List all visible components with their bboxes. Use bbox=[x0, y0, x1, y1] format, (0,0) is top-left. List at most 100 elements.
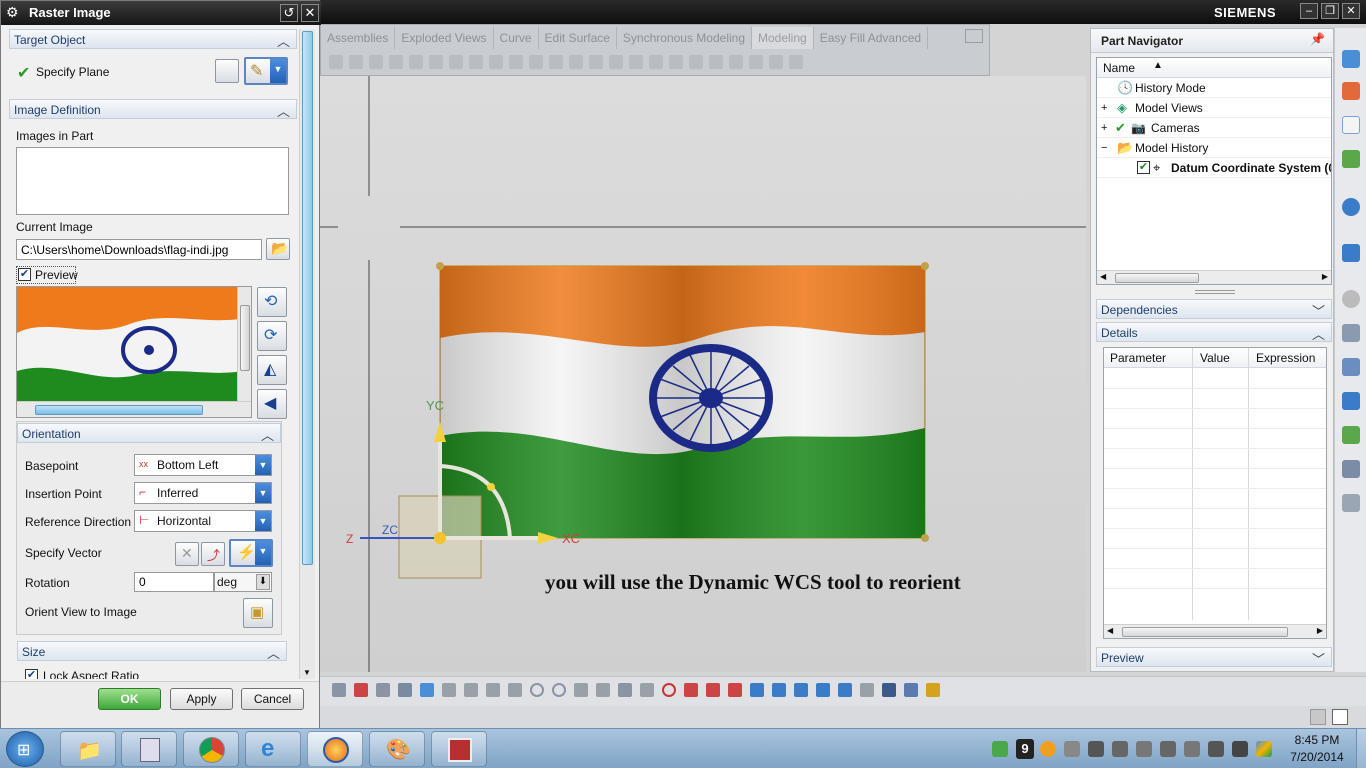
solid-icon[interactable] bbox=[398, 683, 412, 697]
collapse-icon[interactable]: − bbox=[1101, 138, 1107, 158]
reset-icon[interactable]: ↺ bbox=[280, 4, 298, 22]
cancel-button[interactable]: Cancel bbox=[241, 688, 304, 710]
show-desktop-button[interactable] bbox=[1356, 729, 1366, 768]
ribbon-cmd-icon[interactable] bbox=[409, 55, 423, 69]
document-icon[interactable] bbox=[1342, 494, 1360, 512]
basepoint-select[interactable]: xx Bottom Left ▼ bbox=[134, 454, 272, 476]
wcs-origin-handle[interactable] bbox=[434, 532, 446, 544]
line-icon[interactable] bbox=[464, 683, 478, 697]
scroll-right-icon[interactable]: ▶ bbox=[1322, 272, 1328, 281]
ribbon-cmd-icon[interactable] bbox=[489, 55, 503, 69]
vscroll-thumb[interactable] bbox=[240, 305, 250, 371]
reference-direction-select[interactable]: ⊢ Horizontal ▼ bbox=[134, 510, 272, 532]
orient-icon[interactable] bbox=[794, 683, 808, 697]
splitter-grip[interactable] bbox=[1195, 290, 1235, 294]
clock[interactable]: 8:45 PM 7/20/2014 bbox=[1284, 733, 1350, 764]
drive-icon[interactable] bbox=[1256, 741, 1272, 757]
tab-edit-surface[interactable]: Edit Surface bbox=[539, 27, 617, 49]
section-image-definition[interactable]: Image Definition ︿ bbox=[9, 99, 297, 119]
images-in-part-list[interactable] bbox=[16, 147, 289, 215]
plane-dialog-button[interactable] bbox=[215, 59, 239, 83]
tray-icon[interactable] bbox=[1088, 741, 1104, 757]
tree-hscrollbar[interactable]: ◀ ▶ bbox=[1097, 270, 1331, 284]
rotate-icon[interactable] bbox=[816, 683, 830, 697]
hscroll-thumb[interactable] bbox=[35, 405, 203, 415]
collapse-chevron-icon[interactable]: ︿ bbox=[261, 425, 274, 444]
chevron-down-icon[interactable]: ▼ bbox=[255, 511, 271, 531]
reverse-direction-button[interactable]: ✕ bbox=[175, 542, 199, 566]
rotation-input[interactable] bbox=[134, 572, 214, 592]
csys-icon[interactable] bbox=[772, 683, 786, 697]
collapse-chevron-icon[interactable]: ︿ bbox=[277, 31, 290, 50]
select-icon[interactable] bbox=[332, 683, 346, 697]
rotate-right-button[interactable]: ⟳ bbox=[257, 321, 287, 351]
tab-curve[interactable]: Curve bbox=[494, 27, 539, 49]
taskbar-chrome[interactable] bbox=[183, 731, 239, 767]
tray-icon[interactable] bbox=[992, 741, 1008, 757]
chevron-down-icon[interactable]: ▼ bbox=[270, 59, 286, 83]
redo-icon[interactable] bbox=[860, 683, 874, 697]
scroll-left-icon[interactable]: ◀ bbox=[1107, 626, 1113, 635]
vector-dialog-button[interactable]: ⤴ bbox=[201, 542, 225, 566]
scroll-down-icon[interactable]: ▼ bbox=[303, 668, 311, 677]
point-icon[interactable] bbox=[574, 683, 588, 697]
roles-icon[interactable] bbox=[1342, 358, 1360, 376]
wcs-icon[interactable] bbox=[750, 683, 764, 697]
insertion-point-select[interactable]: ⌐ Inferred ▼ bbox=[134, 482, 272, 504]
tray-icon[interactable] bbox=[1040, 741, 1056, 757]
intersect-icon[interactable] bbox=[508, 683, 522, 697]
ribbon-cmd-icon[interactable] bbox=[589, 55, 603, 69]
corner-handle[interactable] bbox=[921, 534, 929, 542]
vector-selector-button[interactable]: ⚡ ▼ bbox=[229, 539, 273, 567]
lock-aspect-checkbox[interactable]: ✔ bbox=[25, 669, 38, 679]
parameter-column[interactable]: Parameter bbox=[1110, 351, 1166, 365]
analysis-icon[interactable] bbox=[706, 683, 720, 697]
expand-chevron-icon[interactable]: ﹀ bbox=[1312, 301, 1325, 320]
ribbon-cmd-icon[interactable] bbox=[529, 55, 543, 69]
hscroll-thumb[interactable] bbox=[1115, 273, 1199, 283]
details-hscrollbar[interactable]: ◀ ▶ bbox=[1104, 624, 1326, 638]
bracket-icon[interactable] bbox=[728, 683, 742, 697]
taskbar-nx[interactable] bbox=[307, 731, 363, 767]
window-layout-icon[interactable] bbox=[1332, 709, 1348, 725]
taskbar-ie[interactable]: e bbox=[245, 731, 301, 767]
move-icon[interactable] bbox=[442, 683, 456, 697]
scroll-left-icon[interactable]: ◀ bbox=[1100, 272, 1106, 281]
tab-modeling[interactable]: Modeling bbox=[752, 27, 814, 49]
tab-assemblies[interactable]: Assemblies bbox=[321, 27, 396, 49]
ribbon-cmd-icon[interactable] bbox=[769, 55, 783, 69]
quadrant-icon[interactable] bbox=[552, 683, 566, 697]
tree-column-header[interactable]: Name ▲ bbox=[1097, 58, 1331, 78]
settings-icon[interactable] bbox=[926, 683, 940, 697]
ok-button[interactable]: OK bbox=[98, 688, 161, 710]
edge-icon[interactable] bbox=[596, 683, 610, 697]
ribbon-cmd-icon[interactable] bbox=[669, 55, 683, 69]
ribbon-cmd-icon[interactable] bbox=[369, 55, 383, 69]
taskbar-calculator[interactable] bbox=[121, 731, 177, 767]
section-details[interactable]: Details ︿ bbox=[1096, 322, 1332, 342]
ribbon-cmd-icon[interactable] bbox=[689, 55, 703, 69]
ribbon-cmd-icon[interactable] bbox=[329, 55, 343, 69]
browse-folder-button[interactable]: 📂 bbox=[266, 238, 290, 260]
snap-icon[interactable] bbox=[354, 683, 368, 697]
section-size[interactable]: Size ︿ bbox=[17, 641, 287, 661]
web-browser-icon[interactable] bbox=[1342, 198, 1360, 216]
volume-icon[interactable] bbox=[1232, 741, 1248, 757]
chevron-down-icon[interactable]: ▼ bbox=[255, 541, 271, 565]
value-column[interactable]: Value bbox=[1200, 351, 1230, 365]
tree-row-model-views[interactable]: + ◈ Model Views bbox=[1097, 98, 1331, 118]
close-app-button[interactable]: ✕ bbox=[1342, 3, 1360, 19]
ribbon-cmd-icon[interactable] bbox=[349, 55, 363, 69]
tree-row-history-mode[interactable]: 🕓 History Mode bbox=[1097, 78, 1331, 98]
preview-toggle[interactable]: ✔ Preview bbox=[16, 266, 78, 284]
taskbar-recorder[interactable] bbox=[431, 731, 487, 767]
apply-button[interactable]: Apply bbox=[170, 688, 233, 710]
collapse-chevron-icon[interactable]: ︿ bbox=[267, 643, 280, 662]
stop-icon[interactable] bbox=[662, 683, 676, 697]
signal-icon[interactable] bbox=[1208, 741, 1224, 757]
expression-column[interactable]: Expression bbox=[1256, 351, 1315, 365]
ribbon-cmd-icon[interactable] bbox=[649, 55, 663, 69]
circle-icon[interactable] bbox=[530, 683, 544, 697]
visualization-icon[interactable] bbox=[1342, 426, 1360, 444]
tree-row-datum-csys[interactable]: ✔ ⌖ Datum Coordinate System (0 bbox=[1097, 158, 1331, 178]
